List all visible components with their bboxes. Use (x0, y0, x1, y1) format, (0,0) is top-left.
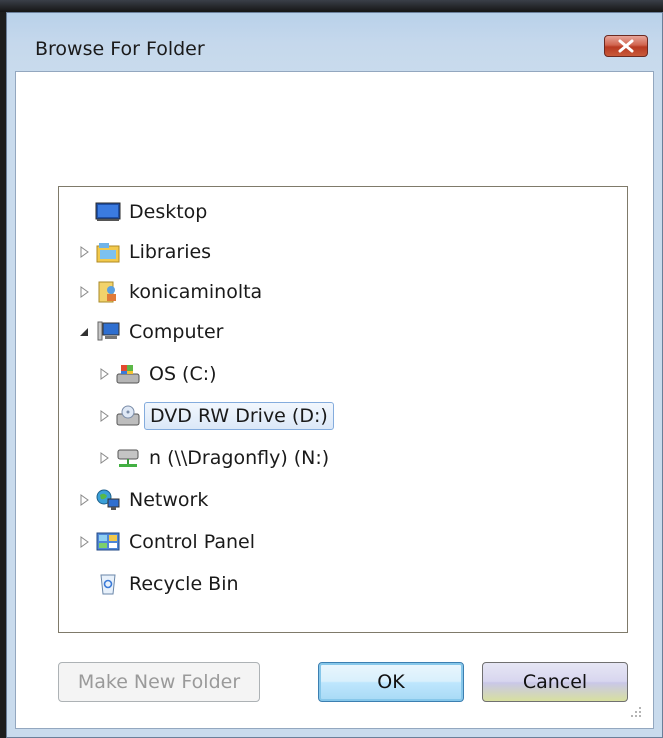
folder-tree[interactable]: Desktop Libraries konicaminolta Computer… (58, 186, 628, 633)
cancel-button[interactable]: Cancel (482, 662, 628, 702)
make-new-folder-button[interactable]: Make New Folder (58, 662, 260, 702)
network-icon (95, 488, 121, 512)
computer-icon (95, 320, 121, 344)
collapse-arrow-icon[interactable] (77, 325, 91, 339)
expand-arrow-icon[interactable] (77, 245, 91, 259)
control-panel-icon (95, 530, 121, 554)
background-window-strip (0, 0, 663, 12)
close-button[interactable] (604, 35, 648, 57)
tree-item-desktop[interactable]: Desktop (77, 195, 207, 229)
tree-item-os-c[interactable]: OS (C:) (97, 357, 217, 391)
tree-item-dvd-rw-drive[interactable]: DVD RW Drive (D:) (97, 399, 334, 433)
network-drive-icon (115, 446, 141, 470)
tree-item-recycle-bin[interactable]: Recycle Bin (77, 567, 239, 601)
tree-item-libraries[interactable]: Libraries (77, 235, 211, 269)
recycle-bin-icon (95, 572, 121, 596)
expand-arrow-icon[interactable] (77, 535, 91, 549)
resize-grip-icon[interactable] (629, 704, 643, 718)
window-title: Browse For Folder (35, 38, 205, 60)
desktop-icon (95, 200, 121, 224)
selected-item-label: DVD RW Drive (D:) (144, 402, 334, 430)
tree-item-control-panel[interactable]: Control Panel (77, 525, 255, 559)
close-icon (618, 39, 634, 53)
hard-drive-icon (115, 362, 141, 386)
expand-arrow-icon[interactable] (77, 493, 91, 507)
user-folder-icon (95, 280, 121, 304)
title-bar[interactable]: Browse For Folder (7, 13, 662, 71)
expand-arrow-icon[interactable] (97, 451, 111, 465)
tree-item-network-drive-n[interactable]: n (\\Dragonfly) (N:) (97, 441, 329, 475)
tree-item-network[interactable]: Network (77, 483, 208, 517)
tree-item-konicaminolta[interactable]: konicaminolta (77, 275, 262, 309)
tree-item-computer[interactable]: Computer (77, 315, 223, 349)
browse-for-folder-dialog: Browse For Folder Desktop Libraries koni… (6, 12, 663, 738)
dvd-drive-icon (115, 404, 141, 428)
libraries-icon (95, 240, 121, 264)
expand-arrow-icon[interactable] (97, 409, 111, 423)
dialog-client-area: Desktop Libraries konicaminolta Computer… (15, 71, 654, 729)
expand-arrow-icon[interactable] (97, 367, 111, 381)
expand-arrow-icon[interactable] (77, 285, 91, 299)
ok-button[interactable]: OK (318, 662, 464, 702)
